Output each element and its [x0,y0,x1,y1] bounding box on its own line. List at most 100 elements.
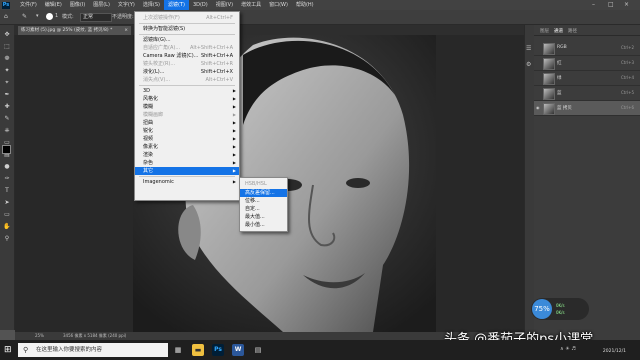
filter-menu-item[interactable]: 模糊画廊 ▶ [135,111,239,119]
clone-stamp-tool-icon[interactable]: ⎈ [3,127,11,135]
zoom-tool-icon[interactable]: ⚲ [3,235,11,243]
filter-menu-item[interactable]: Camera Raw 滤镜(C)... Shift+Ctrl+A [135,52,239,60]
zoom-readout[interactable]: 25% [35,333,44,338]
submenu-item[interactable]: HSB/HSL [240,180,287,188]
channel-row-green[interactable]: 绿 Ctrl+4 [534,71,640,86]
menu-image[interactable]: 图像(I) [66,0,89,10]
filter-menu-item-label: 上次滤镜操作(F) [143,15,180,21]
filter-menu-item[interactable]: Imagenomic ▶ [135,178,239,186]
submenu-arrow-icon: ▶ [232,152,236,157]
home-icon[interactable]: ⌂ [4,13,8,20]
brush-tool-side-icon[interactable]: ✎ [3,115,11,123]
channel-shortcut: Ctrl+6 [620,105,634,110]
menu-plugins[interactable]: 增效工具 [237,0,265,10]
filter-menu-item[interactable]: 其它 ▶ [135,167,239,175]
pen-tool-icon[interactable]: ✑ [3,175,11,183]
brush-size: 1 [55,13,59,19]
taskbar-search-input[interactable]: ⚲ 在这里输入你要搜索的内容 [18,343,168,357]
brush-preset-dropdown-icon[interactable]: ▾ [36,13,39,19]
word-taskbar-icon[interactable]: W [232,344,244,356]
submenu-item-label: HSB/HSL [245,181,267,187]
brush-preview-icon[interactable] [46,13,53,20]
menu-type[interactable]: 文字(Y) [114,0,139,10]
tab-layers[interactable]: 图层 [540,28,549,34]
history-icon[interactable]: ☰ [526,45,531,52]
performance-widget: 75% 0K/s 0K/s [531,298,589,320]
filter-menu-item[interactable]: 自适应广角(A)... Alt+Shift+Ctrl+A [135,44,239,52]
filter-menu-item[interactable]: 渲染 ▶ [135,151,239,159]
menu-3d[interactable]: 3D(D) [189,0,212,10]
channel-row-blue-copy[interactable]: ◉ 蓝 拷贝 Ctrl+6 [534,101,640,116]
move-tool-icon[interactable]: ✥ [3,31,11,39]
channel-thumbnail [543,43,555,55]
type-tool-icon[interactable]: T [3,187,11,195]
menu-select[interactable]: 选择(S) [139,0,164,10]
mode-select[interactable]: 正常 [80,13,112,22]
path-select-tool-icon[interactable]: ➤ [3,199,11,207]
filter-menu-item[interactable]: 锐化 ▶ [135,127,239,135]
tab-paths[interactable]: 路径 [568,28,577,34]
visibility-eye-icon[interactable] [536,45,540,49]
photoshop-taskbar-icon[interactable]: Ps [212,344,224,356]
filter-menu-item[interactable]: 上次滤镜操作(F) Alt+Ctrl+F [135,14,239,22]
other-submenu: HSB/HSL 高反差保留... 位移... 自定... 最大值... 最小值... [239,177,288,232]
menu-view[interactable]: 视图(V) [212,0,237,10]
channel-row-red[interactable]: 红 Ctrl+3 [534,56,640,71]
eyedropper-tool-icon[interactable]: ✒ [3,91,11,99]
app-taskbar-icon[interactable]: ▤ [252,344,264,356]
menu-file[interactable]: 文件(F) [16,0,41,10]
visibility-eye-icon[interactable] [536,60,540,64]
submenu-item[interactable]: 最大值... [240,213,287,221]
filter-menu-item[interactable]: 3D ▶ [135,87,239,95]
channel-row-rgb[interactable]: RGB Ctrl+2 [534,41,640,56]
filter-menu-item[interactable]: 模糊 ▶ [135,103,239,111]
menu-help[interactable]: 帮助(H) [292,0,318,10]
menu-edit[interactable]: 编辑(E) [41,0,66,10]
dodge-tool-icon[interactable]: ● [3,163,11,171]
filter-menu-item[interactable]: 转换为智能滤镜(S) [135,25,239,33]
hand-tool-icon[interactable]: ✋ [3,223,11,231]
brush-tool-icon[interactable]: ✎ [22,13,27,20]
marquee-tool-icon[interactable]: ⬚ [3,43,11,51]
properties-icon[interactable]: ⚙ [526,61,531,68]
filter-menu-item[interactable]: 视频 ▶ [135,135,239,143]
submenu-item[interactable]: 最小值... [240,221,287,229]
close-icon[interactable]: × [624,1,629,8]
task-view-icon[interactable]: ▦ [172,344,184,356]
system-tray-icon[interactable]: ∧ ☀ ♬ [560,346,576,352]
submenu-item[interactable]: 自定... [240,205,287,213]
crop-tool-icon[interactable]: ⌖ [3,79,11,87]
filter-menu-item[interactable]: 风格化 ▶ [135,95,239,103]
document-tab[interactable]: 练习素材 (5).jpg @ 25% (皮纹, 蓝 拷贝/8) * × [18,26,131,35]
minimize-icon[interactable]: – [592,1,595,8]
photoshop-logo: Ps [2,1,10,9]
filter-menu-item[interactable]: 液化(L)... Shift+Ctrl+X [135,68,239,76]
healing-brush-tool-icon[interactable]: ✚ [3,103,11,111]
visibility-eye-icon[interactable] [536,90,540,94]
menu-filter[interactable]: 滤镜(T) [163,0,189,10]
windows-start-icon[interactable]: ⊞ [4,345,12,355]
menu-window[interactable]: 窗口(W) [265,0,292,10]
submenu-item[interactable]: 高反差保留... [240,189,287,197]
filter-menu-item[interactable]: 滤镜库(G)... [135,36,239,44]
filter-menu-item[interactable]: 杂色 ▶ [135,159,239,167]
lasso-tool-icon[interactable]: ❁ [3,55,11,63]
filter-menu-item[interactable]: 镜头校正(R)... Shift+Ctrl+R [135,60,239,68]
visibility-eye-icon[interactable]: ◉ [536,105,540,110]
channel-row-blue[interactable]: 蓝 Ctrl+5 [534,86,640,101]
visibility-eye-icon[interactable] [536,75,540,79]
filter-menu-item[interactable]: 像素化 ▶ [135,143,239,151]
tab-close-icon[interactable]: × [124,26,128,35]
maximize-icon[interactable]: □ [608,1,614,8]
filter-menu-item[interactable]: 消失点(V)... Alt+Ctrl+V [135,76,239,84]
quick-select-tool-icon[interactable]: ✦ [3,67,11,75]
shape-tool-icon[interactable]: ▭ [3,211,11,219]
filter-menu-item-label: 杂色 [143,160,154,166]
foreground-color-swatch[interactable] [2,145,11,154]
file-explorer-icon[interactable]: ▬ [192,344,204,356]
menu-layer[interactable]: 图层(L) [89,0,114,10]
tab-channels[interactable]: 通道 [554,28,563,34]
filter-menu-item[interactable]: 扭曲 ▶ [135,119,239,127]
menu-separator [139,23,235,24]
submenu-item[interactable]: 位移... [240,197,287,205]
